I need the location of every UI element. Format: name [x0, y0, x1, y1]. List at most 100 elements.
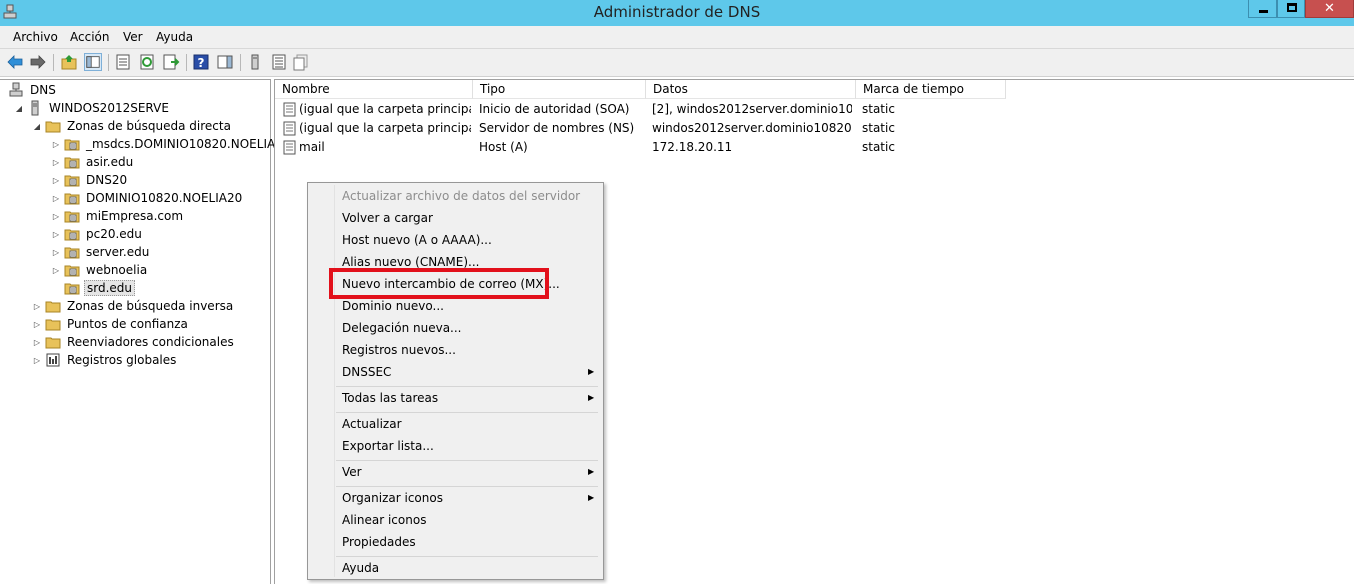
tree-label: Zonas de búsqueda directa: [67, 119, 231, 133]
collapse-triangle-icon[interactable]: ◢: [32, 121, 42, 131]
toolbar: ?: [0, 48, 1354, 77]
menu-item-export-list[interactable]: Exportar lista...: [342, 435, 434, 457]
menu-item-line-up-icons[interactable]: Alinear iconos: [342, 509, 426, 531]
zone-icon: [64, 229, 80, 241]
tree-label: DNS20: [86, 173, 128, 187]
folder-icon: [45, 319, 61, 331]
expand-triangle-icon[interactable]: ▷: [51, 175, 61, 185]
table-row[interactable]: (igual que la carpeta principal) Inicio …: [275, 100, 1354, 119]
menu-accion[interactable]: Acción: [70, 30, 109, 44]
toolbar-separator: [53, 54, 54, 71]
back-button[interactable]: [6, 53, 24, 71]
record-icon: [283, 121, 296, 136]
tree-node-dns[interactable]: DNS: [8, 81, 58, 99]
cell-tipo: Inicio de autoridad (SOA): [479, 102, 630, 116]
tree-node-conditional-forwarders[interactable]: ▷ Reenviadores condicionales: [32, 333, 236, 351]
column-header-datos[interactable]: Datos: [646, 80, 856, 99]
menu-item-new-host[interactable]: Host nuevo (A o AAAA)...: [342, 229, 492, 251]
folder-icon: [45, 121, 61, 133]
tree-node-zone[interactable]: ▷ webnoelia: [51, 261, 149, 279]
menu-item-all-tasks[interactable]: Todas las tareas: [342, 387, 438, 409]
tree-node-global-logs[interactable]: ▷ Registros globales: [32, 351, 178, 369]
expand-triangle-icon[interactable]: ▷: [32, 337, 42, 347]
server-button[interactable]: [246, 53, 264, 71]
tree-label: webnoelia: [86, 263, 148, 277]
menu-item-arrange-icons[interactable]: Organizar iconos: [342, 487, 443, 509]
export-list-button[interactable]: [162, 53, 180, 71]
maximize-button[interactable]: [1277, 0, 1305, 18]
tree-node-zone[interactable]: ▷ server.edu: [51, 243, 151, 261]
table-row[interactable]: (igual que la carpeta principal) Servido…: [275, 119, 1354, 138]
menu-ver[interactable]: Ver: [123, 30, 143, 44]
menu-item-refresh[interactable]: Actualizar: [342, 413, 402, 435]
tree-node-zone[interactable]: ▷ DNS20: [51, 171, 129, 189]
copy-records-button[interactable]: [292, 53, 310, 71]
tree-node-trust-points[interactable]: ▷ Puntos de confianza: [32, 315, 190, 333]
zone-icon: [64, 157, 80, 169]
help-button[interactable]: ?: [192, 53, 210, 71]
expand-triangle-icon[interactable]: ▷: [32, 319, 42, 329]
column-header-marca[interactable]: Marca de tiempo: [856, 80, 1006, 99]
column-header-tipo[interactable]: Tipo: [473, 80, 646, 99]
close-button[interactable]: ✕: [1305, 0, 1354, 18]
menu-item-new-delegation[interactable]: Delegación nueva...: [342, 317, 462, 339]
cell-tipo: Host (A): [479, 140, 528, 154]
window-title: Administrador de DNS: [593, 3, 761, 21]
folder-icon: [45, 301, 61, 313]
cell-marca: static: [862, 102, 895, 116]
svg-text:?: ?: [198, 56, 205, 70]
menu-item-view[interactable]: Ver: [342, 461, 362, 483]
menu-bar: Archivo Acción Ver Ayuda: [0, 26, 1354, 48]
minimize-button[interactable]: [1248, 0, 1277, 18]
column-header-nombre[interactable]: Nombre: [275, 80, 473, 99]
tree-label: WINDOS2012SERVE: [49, 101, 169, 115]
tree-node-zone[interactable]: ▷ _msdcs.DOMINIO10820.NOELIA20: [51, 135, 292, 153]
expand-triangle-icon[interactable]: ▷: [32, 301, 42, 311]
expand-triangle-icon[interactable]: ▷: [51, 139, 61, 149]
expand-triangle-icon[interactable]: ▷: [51, 193, 61, 203]
tree-node-server[interactable]: ◢ WINDOS2012SERVE: [14, 99, 171, 117]
action-pane-button[interactable]: [216, 53, 234, 71]
expand-triangle-icon[interactable]: ▷: [51, 157, 61, 167]
tree-node-zone[interactable]: ▷ pc20.edu: [51, 225, 144, 243]
record-icon: [283, 140, 296, 155]
expand-triangle-icon[interactable]: ▷: [51, 265, 61, 275]
tree-node-zone[interactable]: ▷ asir.edu: [51, 153, 135, 171]
action-pane-icon: [217, 55, 233, 69]
copy-records-icon: [293, 54, 308, 71]
tree-label: _msdcs.DOMINIO10820.NOELIA20: [86, 137, 291, 151]
menu-separator: [336, 460, 598, 461]
event-log-icon: [46, 353, 60, 367]
menu-archivo[interactable]: Archivo: [13, 30, 58, 44]
tree-node-reverse-zones[interactable]: ▷ Zonas de búsqueda inversa: [32, 297, 235, 315]
expand-triangle-icon[interactable]: ▷: [32, 355, 42, 365]
menu-item-dnssec[interactable]: DNSSEC: [342, 361, 391, 383]
expand-triangle-icon[interactable]: ▷: [51, 211, 61, 221]
cell-nombre: (igual que la carpeta principal): [283, 100, 471, 119]
record-name: (igual que la carpeta principal): [299, 102, 471, 116]
properties-button[interactable]: [114, 53, 132, 71]
expand-triangle-icon[interactable]: ▷: [51, 229, 61, 239]
tree-node-forward-zones[interactable]: ◢ Zonas de búsqueda directa: [32, 117, 233, 135]
menu-item-properties[interactable]: Propiedades: [342, 531, 416, 553]
table-row[interactable]: mail Host (A) 172.18.20.11 static: [275, 138, 1354, 157]
menu-item-help[interactable]: Ayuda: [342, 557, 379, 579]
record-icon: [283, 102, 296, 117]
up-folder-button[interactable]: [60, 53, 78, 71]
tree-node-zone[interactable]: ▷ miEmpresa.com: [51, 207, 185, 225]
expand-triangle-icon[interactable]: ▷: [51, 247, 61, 257]
tree-label: srd.edu: [84, 280, 136, 296]
tree-node-zone-selected[interactable]: srd.edu: [64, 279, 136, 297]
menu-item-new-records[interactable]: Registros nuevos...: [342, 339, 456, 361]
refresh-button[interactable]: [138, 53, 156, 71]
zone-icon: [64, 211, 80, 223]
collapse-triangle-icon[interactable]: ◢: [14, 103, 24, 113]
tree-node-zone[interactable]: ▷ DOMINIO10820.NOELIA20: [51, 189, 244, 207]
menu-ayuda[interactable]: Ayuda: [156, 30, 193, 44]
menu-item-update-server-file: Actualizar archivo de datos del servidor: [342, 189, 581, 203]
records-button[interactable]: [270, 53, 288, 71]
forward-button[interactable]: [29, 53, 47, 71]
cell-nombre: (igual que la carpeta principal): [283, 119, 471, 138]
show-console-tree-button[interactable]: [84, 53, 102, 71]
menu-item-reload[interactable]: Volver a cargar: [342, 207, 433, 229]
